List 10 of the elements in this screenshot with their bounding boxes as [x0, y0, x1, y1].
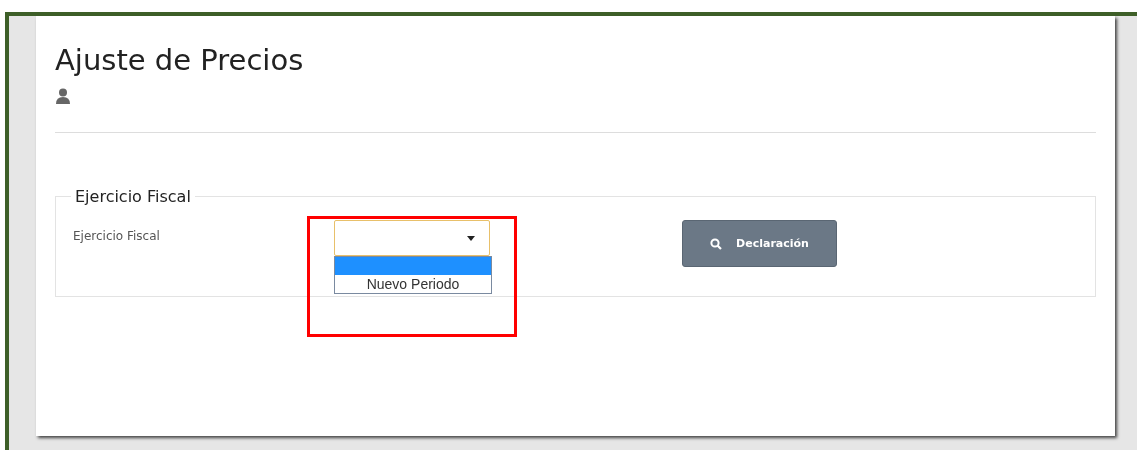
- user-icon: [55, 88, 71, 104]
- fieldset-legend: Ejercicio Fiscal: [71, 187, 195, 206]
- search-icon: [710, 237, 723, 250]
- page-title: Ajuste de Precios: [55, 42, 305, 78]
- field-label: Ejercicio Fiscal: [73, 228, 161, 243]
- caret-icon: [467, 235, 475, 241]
- declaration-button[interactable]: Declaración: [682, 220, 837, 267]
- dropdown-option[interactable]: Nuevo Periodo: [335, 275, 491, 293]
- dropdown-option[interactable]: [335, 257, 491, 275]
- dropdown-field[interactable]: [334, 220, 490, 256]
